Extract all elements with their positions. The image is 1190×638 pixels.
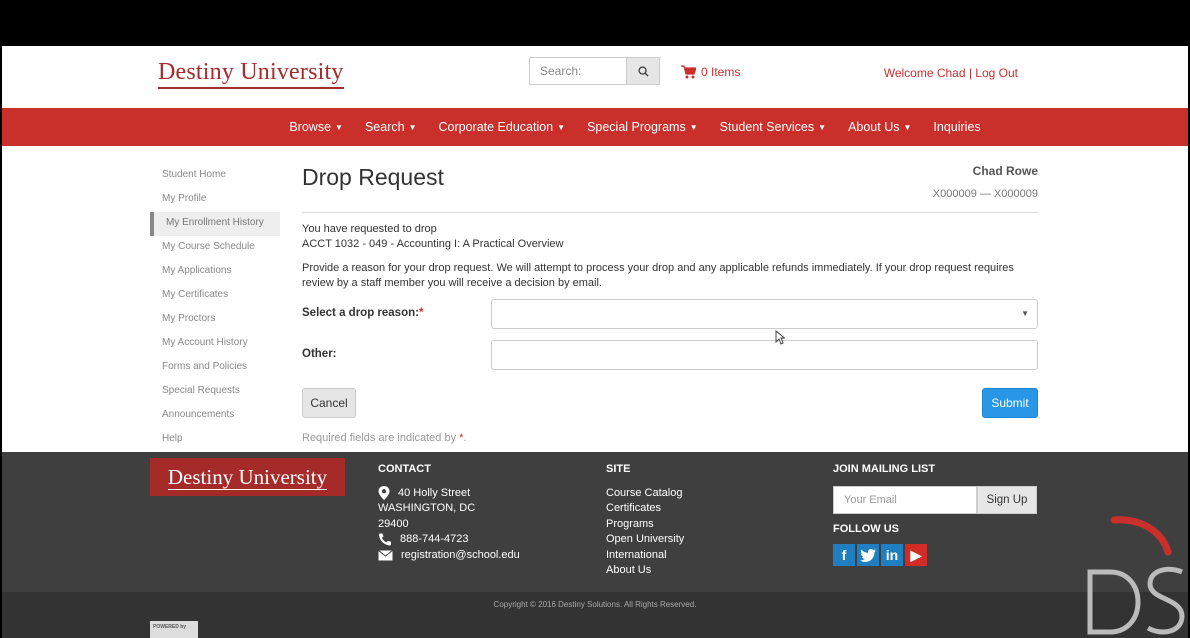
nav-inquiries[interactable]: Inquiries — [933, 120, 980, 134]
chevron-down-icon: ▼ — [903, 123, 912, 133]
site-footer: Destiny University CONTACT 40 Holly Stre… — [2, 452, 1188, 592]
contact-street: 40 Holly Street — [398, 486, 471, 499]
sidebar-item-student-home[interactable]: Student Home — [150, 164, 280, 188]
site-logo[interactable]: Destiny University — [158, 58, 344, 89]
page: Destiny University 0 Items Welcome Chad … — [2, 46, 1188, 638]
youtube-icon[interactable]: ▶ — [905, 544, 927, 566]
contact-phone: 888-744-4723 — [400, 533, 469, 545]
divider — [302, 212, 1038, 213]
linkedin-icon[interactable]: in — [881, 544, 903, 566]
footer-link-certificates[interactable]: Certificates — [606, 501, 684, 517]
ds-watermark-logo — [1087, 516, 1185, 635]
footer-logo[interactable]: Destiny University — [150, 458, 345, 496]
sidebar-item-help[interactable]: Help — [150, 428, 280, 452]
mouse-cursor-icon — [775, 330, 785, 345]
footer-link-about-us[interactable]: About Us — [606, 563, 684, 579]
sidebar-item-applications[interactable]: My Applications — [150, 260, 280, 284]
drop-reason-select[interactable]: ▼ — [491, 299, 1038, 329]
social-links: f in ▶ — [833, 544, 927, 566]
sidebar-item-special-requests[interactable]: Special Requests — [150, 380, 280, 404]
mailing-list-heading: JOIN MAILING LIST — [833, 463, 936, 475]
submit-button[interactable]: Submit — [982, 388, 1038, 418]
map-pin-icon — [378, 486, 390, 501]
contact-city: WASHINGTON, DC — [378, 502, 476, 514]
drop-reason-label: Select a drop reason:* — [302, 307, 424, 319]
nav-special-programs[interactable]: Special Programs ▼ — [587, 120, 698, 134]
footer-link-course-catalog[interactable]: Course Catalog — [606, 486, 684, 502]
search-button[interactable] — [626, 58, 659, 84]
search-icon — [637, 65, 649, 77]
envelope-icon — [378, 549, 393, 561]
footer-link-programs[interactable]: Programs — [606, 517, 684, 533]
contact-heading: CONTACT — [378, 463, 431, 475]
powered-by-badge: POWERED by — [150, 621, 198, 638]
chevron-down-icon: ▼ — [335, 123, 343, 133]
site-heading: SITE — [606, 463, 631, 475]
footer-contact: CONTACT 40 Holly Street WASHINGTON, DC 2… — [378, 462, 520, 563]
cart-link[interactable]: 0 Items — [681, 65, 740, 79]
cancel-button[interactable]: Cancel — [302, 388, 356, 418]
caret-down-icon: ▼ — [1021, 309, 1029, 318]
chevron-down-icon: ▼ — [557, 123, 566, 133]
sidebar-item-my-profile[interactable]: My Profile — [150, 188, 280, 212]
drop-summary: You have requested to drop ACCT 1032 - 0… — [302, 222, 563, 252]
nav-student-services[interactable]: Student Services ▼ — [720, 120, 826, 134]
site-header: Destiny University 0 Items Welcome Chad … — [2, 46, 1188, 108]
search-input[interactable] — [530, 58, 626, 84]
sidebar-item-forms-policies[interactable]: Forms and Policies — [150, 356, 280, 380]
student-name: Chad Rowe — [972, 164, 1038, 178]
footer-site-links: SITE Course Catalog Certificates Program… — [606, 462, 684, 579]
drop-instructions: Provide a reason for your drop request. … — [302, 262, 1014, 289]
follow-us-heading: FOLLOW US — [833, 523, 899, 535]
chevron-down-icon: ▼ — [689, 123, 698, 133]
sidebar-item-enrollment-history[interactable]: My Enrollment History — [150, 212, 280, 236]
footer-link-international[interactable]: International — [606, 548, 684, 564]
copyright-bar: Copyright © 2016 Destiny Solutions. All … — [2, 592, 1188, 638]
footer-link-open-university[interactable]: Open University — [606, 532, 684, 548]
mailing-email-input[interactable]: Your Email — [833, 486, 977, 514]
cart-count: 0 Items — [701, 65, 741, 79]
cart-icon — [681, 65, 696, 79]
copyright-text: Copyright © 2016 Destiny Solutions. All … — [493, 600, 697, 609]
sidebar-item-announcements[interactable]: Announcements — [150, 404, 280, 428]
sidebar-item-proctors[interactable]: My Proctors — [150, 308, 280, 332]
other-label: Other: — [302, 348, 337, 360]
contact-zip: 29400 — [378, 517, 409, 530]
main-nav: Browse ▼ Search ▼ Corporate Education ▼ Spe… — [2, 108, 1188, 146]
nav-browse[interactable]: Browse ▼ — [289, 120, 343, 134]
student-id: X000009 — X000009 — [932, 188, 1038, 200]
page-title: Drop Request — [302, 164, 444, 190]
welcome-logout-link[interactable]: Welcome Chad | Log Out — [884, 66, 1018, 80]
drop-intro: You have requested to drop — [302, 223, 437, 235]
chevron-down-icon: ▼ — [818, 123, 827, 133]
nav-corporate-education[interactable]: Corporate Education ▼ — [438, 120, 565, 134]
required-fields-note: Required fields are indicated by *. — [302, 432, 467, 444]
phone-icon — [379, 533, 391, 546]
twitter-icon[interactable] — [857, 544, 879, 566]
nav-search[interactable]: Search ▼ — [365, 120, 417, 134]
sidebar-item-certificates[interactable]: My Certificates — [150, 284, 280, 308]
sidebar-item-course-schedule[interactable]: My Course Schedule — [150, 236, 280, 260]
other-reason-input[interactable] — [491, 340, 1038, 370]
contact-email[interactable]: registration@school.edu — [401, 548, 520, 564]
sidebar: Student Home My Profile My Enrollment Hi… — [150, 164, 280, 452]
course-title: ACCT 1032 - 049 - Accounting I: A Practi… — [302, 238, 564, 250]
required-marker: * — [418, 307, 424, 319]
search-box — [529, 57, 660, 85]
chevron-down-icon: ▼ — [408, 123, 417, 133]
sidebar-item-account-history[interactable]: My Account History — [150, 332, 280, 356]
nav-about-us[interactable]: About Us ▼ — [848, 120, 911, 134]
facebook-icon[interactable]: f — [833, 544, 855, 566]
sign-up-button[interactable]: Sign Up — [977, 486, 1037, 514]
